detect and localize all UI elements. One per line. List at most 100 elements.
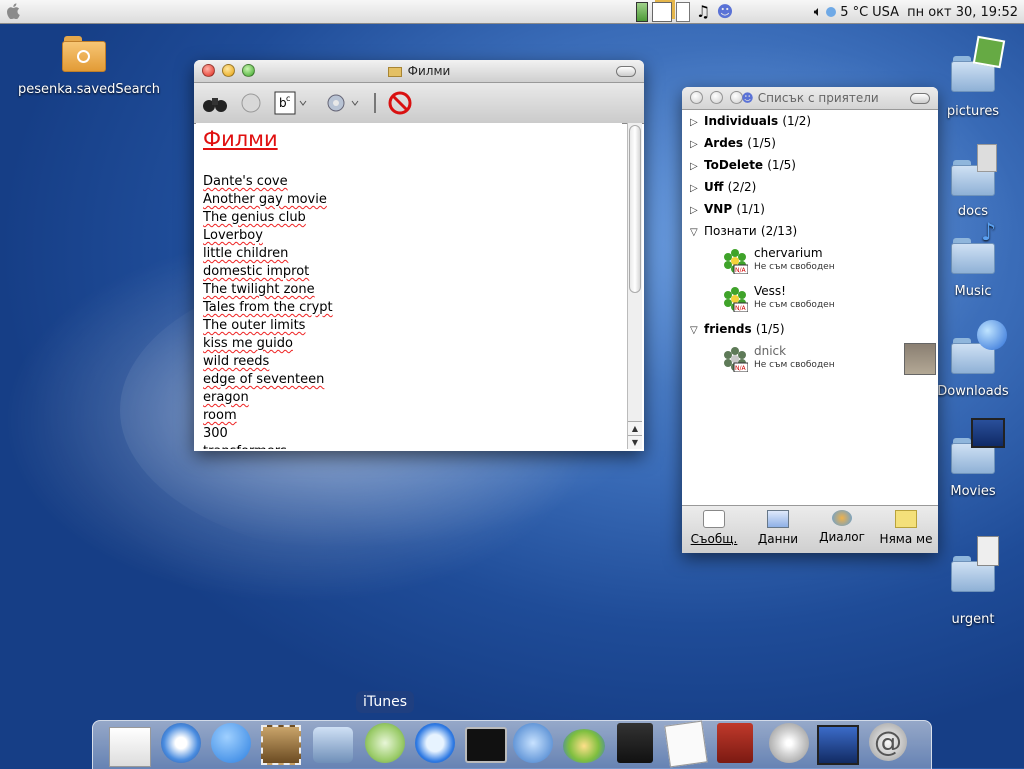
gear-icon[interactable] [324,91,360,115]
list-item: domestic improt [203,264,310,279]
dictionary-icon[interactable] [717,723,753,763]
films-titlebar[interactable]: Филми [194,60,644,83]
list-item: eragon [203,390,249,405]
ichat-icon[interactable] [211,723,251,763]
disk-utility-icon[interactable] [563,729,605,763]
group-todelete[interactable]: ▷ ToDelete (1/5) [690,158,796,172]
away-button[interactable]: Нямa ме [874,510,938,546]
battery-icon[interactable] [636,2,648,22]
volume-icon[interactable]: 🔈︎ [814,4,822,20]
notebook-icon[interactable] [617,723,653,763]
contact-status: Не съм свободен [754,300,835,310]
films-text-area[interactable]: Филми Dante's cove Another gay movie The… [196,123,622,449]
group-individuals[interactable]: ▷ Individuals (1/2) [690,114,811,128]
clock-label[interactable]: пн окт 30, 19:52 [907,5,1018,20]
docs-folder-icon [951,144,997,196]
vertical-scrollbar[interactable]: ▲ ▼ [627,123,642,449]
windows-icon[interactable] [652,2,672,22]
list-item: The outer limits [203,318,306,333]
mail-stamp-icon[interactable] [261,725,301,765]
safari-icon[interactable] [161,723,201,763]
textedit-icon[interactable] [664,720,708,768]
buddy-person-icon[interactable]: ☻ [716,3,734,21]
terminal-icon[interactable] [465,727,507,763]
mail-icon[interactable]: @ [869,723,907,761]
disclosure-triangle-open-icon[interactable]: ▽ [690,227,700,238]
desktop-icon-docs[interactable]: docs [938,140,1008,219]
group-vnp[interactable]: ▷ VNP (1/1) [690,202,765,216]
films-window-title: Филми [407,64,451,78]
clipboard-icon[interactable] [676,2,690,22]
desktop-icon-music[interactable]: ♪ Music [938,218,1008,299]
contact-status: Не съм свободен [754,360,835,370]
imovie-icon[interactable] [817,725,859,765]
temperature-label[interactable]: 5 °C [840,5,868,20]
toolbar-toggle-button[interactable] [616,66,636,77]
itunes-icon[interactable] [365,723,405,763]
group-uff[interactable]: ▷ Uff (2/2) [690,180,756,194]
desktop-icon-pictures[interactable]: pictures [938,35,1008,119]
disclosure-triangle-icon[interactable]: ▷ [690,183,700,194]
group-friends[interactable]: ▽ friends (1/5) [690,322,785,336]
info-card-icon [767,510,789,528]
record-icon[interactable] [240,91,262,115]
disclosure-triangle-open-icon[interactable]: ▽ [690,325,700,336]
saved-search-folder-icon [62,36,106,72]
send-message-button[interactable]: Съобщ. [682,510,746,546]
apple-logo-icon[interactable] [6,3,20,19]
newspaper-icon[interactable] [109,727,151,767]
buddy-action-bar: Съобщ. Данни Диалог Нямa ме [682,505,938,553]
icq-flower-icon: N/A [724,287,748,312]
group-poznati[interactable]: ▽ Познати (2/13) [690,224,797,238]
scrollbar-thumb[interactable] [629,125,641,293]
menu-bar: ♫ ☻ 🔈︎ 5 °C USA пн окт 30, 19:52 [0,0,1024,24]
preview-icon[interactable] [513,723,553,763]
binoculars-icon[interactable] [202,91,228,115]
disclosure-triangle-icon[interactable]: ▷ [690,117,700,128]
list-item: 300 [203,426,228,441]
desktop-icon-label: Movies [950,484,996,499]
buddy-list-window: ☻ Списък с приятели ▷ Individuals (1/2) ▷ A… [682,87,938,553]
dock-tooltip: iTunes [356,691,414,713]
stop-icon[interactable] [388,91,412,115]
list-item: The genius club [203,210,306,225]
scroll-down-arrow-icon[interactable]: ▼ [628,435,642,449]
svg-text:N/A: N/A [735,267,747,274]
contact-status: Не съм свободен [754,262,835,272]
iphoto-icon[interactable] [313,727,353,763]
quicktime-icon[interactable] [415,723,455,763]
desktop-icon-label: Music [954,284,992,299]
desktop-icon-movies[interactable]: Movies [938,418,1008,499]
group-ardes[interactable]: ▷ Ardes (1/5) [690,136,776,150]
disclosure-triangle-icon[interactable]: ▷ [690,205,700,216]
desktop-icon-label: pesenka.savedSearch [18,82,161,97]
disclosure-triangle-icon[interactable]: ▷ [690,139,700,150]
svg-text:c: c [286,94,290,103]
toolbar-toggle-button[interactable] [910,93,930,104]
contact-name: chervarium [754,246,823,260]
films-title-icon [387,66,402,77]
desktop-icon-saved-search[interactable]: pesenka.savedSearch [18,36,161,97]
away-note-icon [895,510,917,528]
films-window: Филми bc Филми Dante's cove Another gay … [194,60,644,451]
cd-icon[interactable] [769,723,809,763]
desktop-icon-downloads[interactable]: Downloads [934,318,1012,399]
weather-icon [826,7,837,17]
music-note-icon[interactable]: ♫ [694,3,712,21]
disclosure-triangle-icon[interactable]: ▷ [690,161,700,172]
desktop-icon-label: Downloads [937,384,1009,399]
spellcheck-icon[interactable]: bc [274,91,308,115]
films-heading: Филми [203,127,278,151]
pictures-folder-icon [951,35,1006,92]
scroll-up-arrow-icon[interactable]: ▲ [628,421,642,435]
list-item: Tales from the crypt [203,300,333,315]
info-button[interactable]: Данни [746,510,810,546]
buddy-titlebar[interactable]: ☻ Списък с приятели [682,87,938,110]
icq-flower-icon: N/A [724,347,748,372]
list-item: Another gay movie [203,192,327,207]
chat-button[interactable]: Диалог [810,510,874,544]
svg-text:N/A: N/A [735,305,747,312]
desktop-icon-urgent[interactable]: urgent [938,536,1008,627]
locale-label[interactable]: USA [872,5,899,20]
list-item: edge of seventeen [203,372,325,387]
